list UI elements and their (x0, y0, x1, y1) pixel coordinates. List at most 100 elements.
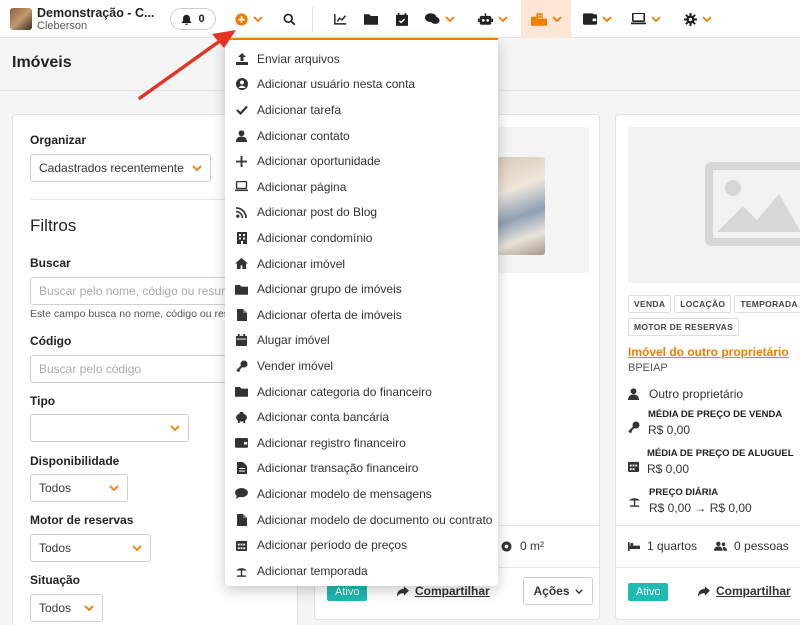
piggy-bank-icon (235, 411, 248, 424)
menu-item-add-bank-account[interactable]: Adicionar conta bancária (225, 404, 498, 430)
notifications-button[interactable]: 0 (170, 8, 216, 30)
search-label: Buscar (30, 256, 71, 270)
area-icon (501, 540, 512, 552)
menu-item-add-season[interactable]: Adicionar temporada (225, 558, 498, 584)
menu-item-add-finance-category[interactable]: Adicionar categoria do financeiro (225, 379, 498, 405)
account-avatar[interactable] (10, 8, 32, 30)
home-icon (235, 257, 248, 270)
menu-item-add-page[interactable]: Adicionar página (225, 174, 498, 200)
user-icon (628, 388, 639, 400)
menu-item-add-property-group[interactable]: Adicionar grupo de imóveis (225, 276, 498, 302)
site-button[interactable] (628, 0, 664, 38)
menu-item-label: Adicionar página (257, 179, 347, 194)
booking-engine-label: Motor de reservas (30, 513, 134, 527)
property-title-link[interactable]: Imóvel do outro proprietário (628, 345, 789, 359)
menu-item-add-finance-transaction[interactable]: Adicionar transação financeiro (225, 456, 498, 482)
user-circle-icon (235, 78, 248, 91)
search-button[interactable] (278, 0, 300, 38)
menu-item-label: Alugar imóvel (257, 333, 330, 348)
availability-label: Disponibilidade (30, 454, 120, 468)
tag-sale: VENDA (628, 295, 672, 313)
gear-icon (684, 12, 697, 26)
finance-button[interactable] (578, 0, 616, 38)
settings-button[interactable] (680, 0, 716, 38)
chevron-down-icon (651, 16, 661, 22)
menu-item-label: Adicionar temporada (257, 563, 368, 578)
menu-item-add-price-period[interactable]: Adicionar período de preços (225, 532, 498, 558)
owner-row: Outro proprietário (628, 387, 743, 401)
upload-icon (235, 52, 248, 65)
menu-item-add-condominium[interactable]: Adicionar condomínio (225, 225, 498, 251)
situation-label: Situação (30, 573, 81, 587)
chevron-down-icon (109, 485, 119, 491)
property-code: BPEIAP (628, 362, 668, 374)
menu-item-label: Adicionar usuário nesta conta (257, 77, 416, 92)
menu-item-label: Adicionar conta bancária (257, 410, 390, 425)
organize-select[interactable]: Cadastrados recentemente (30, 154, 211, 182)
menu-item-add-contact[interactable]: Adicionar contato (225, 123, 498, 149)
type-select[interactable] (30, 414, 189, 442)
account-name[interactable]: Demonstração - C... (37, 6, 154, 20)
tasks-button[interactable] (392, 0, 412, 38)
reports-button[interactable] (330, 0, 350, 38)
menu-item-add-opportunity[interactable]: Adicionar oportunidade (225, 148, 498, 174)
menu-item-add-property-offer[interactable]: Adicionar oferta de imóveis (225, 302, 498, 328)
calendar-grid-icon (235, 539, 248, 552)
umbrella-beach-icon (235, 564, 248, 577)
filters-title: Filtros (30, 216, 77, 235)
menu-item-label: Adicionar período de preços (257, 538, 408, 553)
building-icon (235, 231, 248, 244)
menu-item-add-task[interactable]: Adicionar tarefa (225, 97, 498, 123)
comment-icon (235, 487, 248, 500)
menu-item-label: Adicionar grupo de imóveis (257, 282, 402, 297)
actions-dropdown[interactable]: Ações (523, 577, 593, 605)
property-card: VENDA LOCAÇÃO TEMPORADA MOTOR DE RESERVAS I… (615, 114, 800, 620)
menu-item-sell-property[interactable]: Vender imóvel (225, 353, 498, 379)
daily-price-label: PREÇO DIÁRIA (649, 487, 719, 498)
situation-value: Todos (39, 601, 72, 615)
account-user[interactable]: Cleberson (37, 20, 87, 32)
type-label: Tipo (30, 394, 56, 408)
menu-item-label: Adicionar condomínio (257, 230, 373, 245)
menu-item-label: Vender imóvel (257, 358, 334, 373)
owner-name: Outro proprietário (649, 387, 744, 401)
chat-icon (425, 13, 440, 24)
quick-add-menu: Enviar arquivos Adicionar usuário nesta … (225, 38, 498, 586)
users-icon (714, 541, 728, 551)
situation-select[interactable]: Todos (30, 594, 103, 622)
menu-item-rent-property[interactable]: Alugar imóvel (225, 328, 498, 354)
calendar-check-icon (396, 12, 408, 26)
menu-item-label: Adicionar tarefa (257, 102, 342, 117)
messages-button[interactable] (422, 0, 458, 38)
availability-select[interactable]: Todos (30, 474, 128, 502)
robot-icon (478, 13, 493, 25)
property-area-value: 0 m² (520, 539, 544, 553)
chevron-down-icon (445, 16, 455, 22)
properties-menu-button[interactable] (521, 0, 571, 38)
chevron-down-icon (170, 425, 180, 431)
page-title: Imóveis (12, 54, 72, 71)
booking-engine-select[interactable]: Todos (30, 534, 151, 562)
notifications-count: 0 (198, 13, 205, 25)
quick-add-button[interactable] (225, 0, 273, 38)
menu-item-add-blog-post[interactable]: Adicionar post do Blog (225, 200, 498, 226)
laptop-icon (631, 13, 646, 25)
menu-item-add-finance-record[interactable]: Adicionar registro financeiro (225, 430, 498, 456)
menu-item-add-document-template[interactable]: Adicionar modelo de documento ou contrat… (225, 507, 498, 533)
laptop-icon (235, 180, 248, 193)
share-link[interactable]: Compartilhar (698, 584, 791, 598)
property-image-placeholder[interactable] (628, 127, 800, 283)
share-link[interactable]: Compartilhar (397, 584, 490, 598)
chevron-down-icon (84, 605, 94, 611)
sale-price-label: MÉDIA DE PREÇO DE VENDA (648, 409, 783, 420)
automation-button[interactable] (474, 0, 512, 38)
chevron-down-icon (574, 588, 583, 594)
menu-item-label: Adicionar modelo de mensagens (257, 486, 432, 501)
files-button[interactable] (361, 0, 381, 38)
folder-icon (235, 283, 248, 296)
menu-item-add-property[interactable]: Adicionar imóvel (225, 251, 498, 277)
building-icon (530, 12, 547, 26)
menu-item-upload-files[interactable]: Enviar arquivos (225, 46, 498, 72)
menu-item-add-message-template[interactable]: Adicionar modelo de mensagens (225, 481, 498, 507)
menu-item-add-user[interactable]: Adicionar usuário nesta conta (225, 72, 498, 98)
